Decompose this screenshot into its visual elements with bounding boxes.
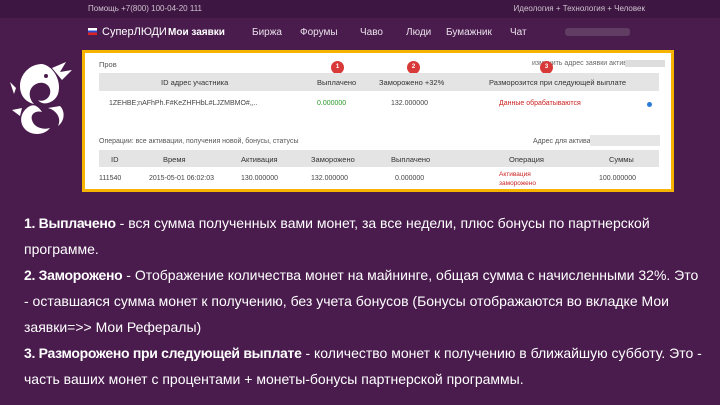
nav-item-faq[interactable]: Чаво: [360, 27, 383, 38]
paid-description: - вся сумма полученных вами монет, за вс…: [24, 215, 650, 257]
col-id: ID: [111, 155, 119, 164]
col-frozen: Заморожено: [311, 155, 355, 164]
col-unfreeze: Разморозится при следующей выплате: [489, 78, 626, 87]
unfreeze-keyword: 3. Разморожено при следующей выплате: [24, 345, 302, 361]
paid-keyword: 1. Выплачено: [24, 215, 116, 231]
op-operation: Активация: [499, 171, 531, 178]
op-sum: 100.000000: [599, 175, 636, 182]
operations-table-header: ID Время Активация Заморожено Выплачено …: [99, 150, 659, 167]
op-id: 111540: [99, 175, 122, 182]
col-time: Время: [163, 155, 186, 164]
top-bar: Помощь +7(800) 100-04-20 111 Идеология +…: [0, 0, 720, 18]
row-paid: 0.000000: [317, 100, 347, 107]
nav-item-wallet[interactable]: Бумажник: [446, 27, 492, 38]
operations-filter[interactable]: Операции: все активации, получения новой…: [99, 138, 299, 145]
topbar-contacts: Помощь +7(800) 100-04-20 111: [88, 4, 202, 13]
topbar-slogan: Идеология + Технология + Человек: [513, 4, 645, 13]
col-address: ID адрес участника: [161, 78, 229, 87]
row-unfreeze: Данные обрабатываются: [499, 100, 581, 107]
brand-link[interactable]: СуперЛЮДИ: [102, 26, 167, 38]
op-activation: 130.000000: [241, 175, 278, 182]
col-paid: Выплачено: [391, 155, 431, 164]
col-paid: Выплачено: [317, 78, 357, 87]
col-frozen: Заморожено +32%: [379, 78, 445, 87]
nav-item-chat[interactable]: Чат: [510, 27, 527, 38]
flag-icon[interactable]: [88, 28, 97, 35]
account-screenshot: Пров изменить адрес заявки активна. 1 2 …: [85, 53, 671, 189]
op-time: 2015-05-01 06:02:03: [149, 175, 214, 182]
nav-item-my-requests[interactable]: Мои заявки: [168, 27, 225, 38]
op-paid: 0.000000: [395, 175, 425, 182]
nav-item-exchange[interactable]: Биржа: [252, 27, 282, 38]
section-label: Пров: [99, 60, 117, 69]
col-sum: Суммы: [609, 155, 634, 164]
op-frozen: 132.000000: [311, 175, 348, 182]
explanation-text: 1. Выплачено - вся сумма полученных вами…: [24, 210, 704, 392]
col-operation: Операция: [509, 155, 544, 164]
table-row: 111540 2015-05-01 06:02:03 130.000000 13…: [99, 171, 659, 187]
dragon-logo-icon: [10, 62, 72, 134]
nav-item-people[interactable]: Люди: [406, 27, 431, 38]
nav-user-area[interactable]: [565, 28, 630, 36]
account-screenshot-panel: Пров изменить адрес заявки активна. 1 2 …: [82, 50, 674, 192]
address-blur: [625, 60, 665, 67]
row-frozen: 132.000000: [391, 100, 428, 107]
status-dot-icon: [647, 102, 652, 107]
frozen-description: - Отображение количества монет на майнин…: [24, 267, 699, 335]
col-activation: Активация: [241, 155, 278, 164]
row-address[interactable]: 1ZEHBE;nAFhPh.F#KeZHFHbL#LJZMBMO#,,..: [109, 100, 258, 107]
frozen-keyword: 2. Заморожено: [24, 267, 123, 283]
activation-address-field[interactable]: [590, 135, 660, 146]
participants-table-header: ID адрес участника Выплачено Заморожено …: [99, 73, 659, 91]
main-nav: СуперЛЮДИ Мои заявки Биржа Форумы Чаво Л…: [0, 18, 720, 46]
table-row: 1ZEHBE;nAFhPh.F#KeZHFHbL#LJZMBMO#,,.. 0.…: [99, 98, 659, 110]
op-operation-sub: заморожено: [499, 180, 537, 187]
nav-item-forums[interactable]: Форумы: [300, 27, 338, 38]
